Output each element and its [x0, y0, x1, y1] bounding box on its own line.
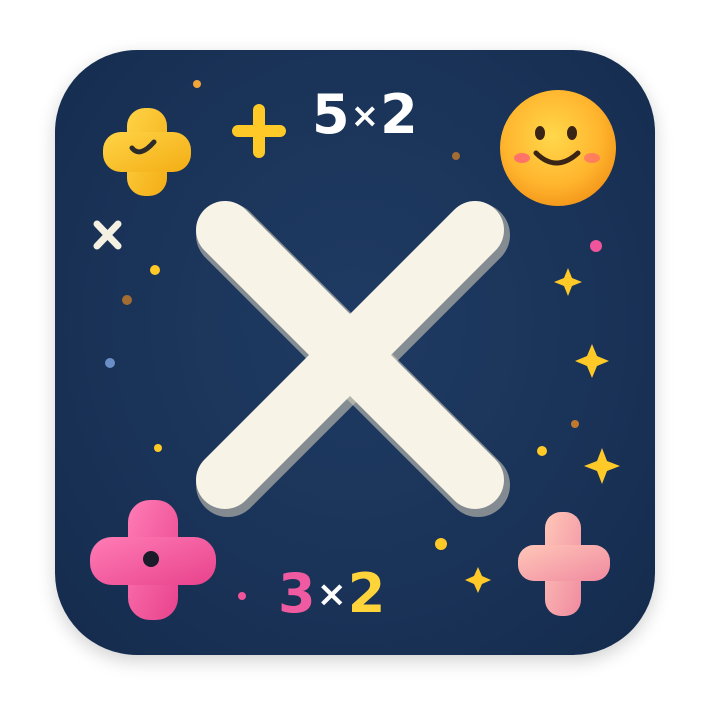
top-equation-operator: × [350, 96, 381, 136]
bottom-equation-left: 3 [278, 562, 317, 625]
top-equation-right: 2 [380, 83, 419, 146]
top-equation: 5×2 [312, 88, 419, 142]
pink-plus-icon [90, 500, 216, 620]
yellow-plus-icon [232, 104, 286, 158]
small-multiply-icon [93, 220, 122, 250]
smiley-face-icon [500, 90, 616, 206]
app-icon-canvas: 5×2 3×2 [0, 0, 709, 709]
yellow-plus-smile-icon [103, 108, 191, 196]
sparkle-icons [465, 268, 620, 593]
bottom-equation-operator: × [316, 574, 348, 615]
bottom-equation-right: 2 [347, 562, 387, 625]
bottom-equation: 3×2 [278, 567, 386, 621]
peach-plus-icon [518, 512, 610, 616]
central-multiply-icon [196, 201, 510, 517]
top-equation-left: 5 [312, 83, 351, 146]
